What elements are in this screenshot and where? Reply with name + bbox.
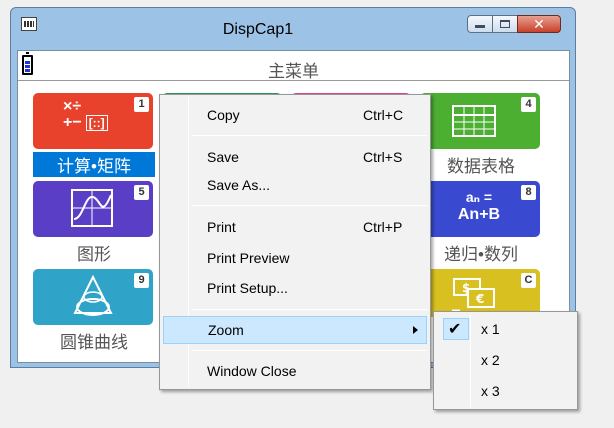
status-bar: 主菜单 <box>18 51 569 81</box>
tile-financial[interactable]: $ € C <box>420 269 542 317</box>
tile-spreadsheet[interactable]: 4 数据表格 <box>420 93 542 177</box>
checkmark-icon: ✔ <box>448 321 462 338</box>
close-button[interactable]: ✕ <box>517 15 561 33</box>
tile-label: 递归•数列 <box>444 245 518 264</box>
menu-item-save[interactable]: Save Ctrl+S <box>163 145 427 169</box>
menu-item-label: Window Close <box>207 363 297 379</box>
window-controls: ✕ <box>467 15 561 33</box>
menu-item-label: Save As... <box>207 177 271 193</box>
menu-separator <box>192 205 427 206</box>
menu-item-print-preview[interactable]: Print Preview <box>163 246 427 270</box>
tile-number: 1 <box>134 97 149 112</box>
recursion-icon-top: aₙ = <box>465 189 493 205</box>
tile-recursion[interactable]: aₙ = An+B 8 递归•数列 <box>420 181 542 265</box>
tile-number: 5 <box>134 185 149 200</box>
menu-separator <box>192 135 427 136</box>
conic-sections-icon <box>73 275 113 316</box>
menu-item-label: Save <box>207 149 239 165</box>
tile-face: 5 <box>33 181 153 237</box>
calculator-matrix-icon: ×÷ +− [::] <box>63 99 108 131</box>
zoom-x1-item[interactable]: ✔ x 1 <box>437 315 574 343</box>
tile-number: C <box>521 273 536 288</box>
menu-item-window-close[interactable]: Window Close <box>163 359 427 383</box>
zoom-label: x 1 <box>481 321 500 337</box>
context-menu: Copy Ctrl+C Save Ctrl+S Save As... Print… <box>159 94 431 390</box>
maximize-button[interactable] <box>492 15 518 33</box>
menu-item-label: Print Preview <box>207 250 290 266</box>
recursion-icon: aₙ = An+B <box>444 189 514 224</box>
menu-item-zoom[interactable]: Zoom <box>163 316 427 344</box>
zoom-submenu: ✔ x 1 x 2 x 3 <box>433 311 578 410</box>
tile-label: 计算•矩阵 <box>33 152 155 177</box>
desktop: DispCap1 ✕ 主菜单 ×÷ +− [::] 1 计算•矩阵 4 数据表格… <box>0 0 614 428</box>
menu-item-save-as[interactable]: Save As... <box>163 173 427 197</box>
zoom-x2-item[interactable]: x 2 <box>437 346 574 374</box>
menu-separator <box>192 350 427 351</box>
tile-face: $ € C <box>420 269 540 317</box>
menu-item-label: Print Setup... <box>207 280 288 296</box>
tile-label: 圆锥曲线 <box>60 333 128 352</box>
menu-item-shortcut: Ctrl+P <box>363 219 403 235</box>
check-box: ✔ <box>443 318 469 340</box>
spreadsheet-icon <box>452 105 496 137</box>
menu-item-label: Zoom <box>208 322 244 338</box>
zoom-label: x 2 <box>481 352 500 368</box>
tile-run-matrix[interactable]: ×÷ +− [::] 1 计算•矩阵 <box>33 93 155 177</box>
menu-item-print[interactable]: Print Ctrl+P <box>163 215 427 239</box>
minimize-icon <box>475 25 485 28</box>
tile-label: 数据表格 <box>447 157 515 176</box>
graph-icon <box>71 189 113 227</box>
maximize-icon <box>500 20 510 28</box>
minimize-button[interactable] <box>467 15 493 33</box>
svg-text:€: € <box>475 292 484 306</box>
zoom-x3-item[interactable]: x 3 <box>437 377 574 405</box>
menu-item-copy[interactable]: Copy Ctrl+C <box>163 103 427 127</box>
tile-number: 8 <box>521 185 536 200</box>
menu-separator <box>192 309 427 310</box>
tile-conic[interactable]: 9 圆锥曲线 <box>33 269 155 353</box>
menu-item-label: Print <box>207 219 236 235</box>
tile-label: 图形 <box>77 245 111 264</box>
close-icon: ✕ <box>533 16 545 32</box>
menu-item-shortcut: Ctrl+C <box>363 107 404 123</box>
tile-face: 4 <box>420 93 540 149</box>
tile-number: 9 <box>134 273 149 288</box>
financial-icon: $ € <box>452 278 495 313</box>
tile-face: 9 <box>33 269 153 325</box>
menu-item-shortcut: Ctrl+S <box>363 149 403 165</box>
submenu-arrow-icon <box>413 326 418 334</box>
menu-item-print-setup[interactable]: Print Setup... <box>163 276 427 300</box>
menu-item-label: Copy <box>207 107 240 123</box>
tile-graph[interactable]: 5 图形 <box>33 181 155 265</box>
tile-number: 4 <box>521 97 536 112</box>
recursion-icon-bottom: An+B <box>457 206 501 223</box>
tile-face: aₙ = An+B 8 <box>420 181 540 237</box>
zoom-label: x 3 <box>481 383 500 399</box>
tile-face: ×÷ +− [::] 1 <box>33 93 153 149</box>
title-bar[interactable]: DispCap1 ✕ <box>11 8 575 50</box>
main-menu-title: 主菜单 <box>268 62 319 81</box>
